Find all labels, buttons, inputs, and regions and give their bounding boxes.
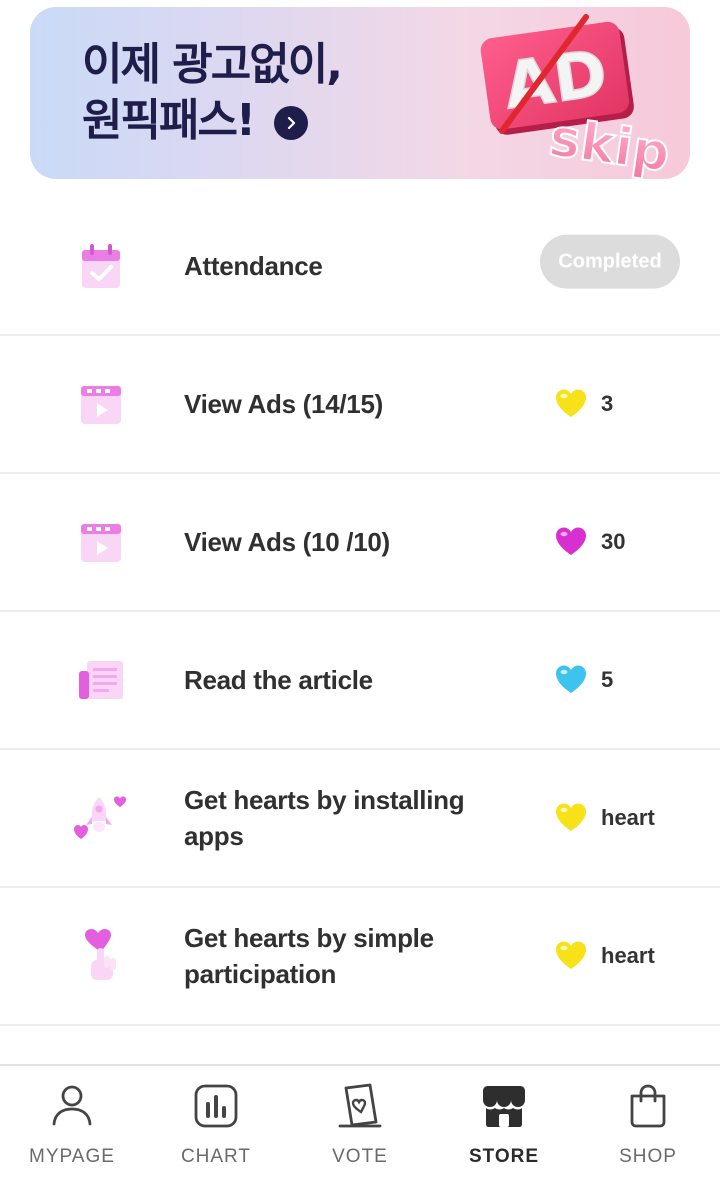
ad-pass-banner[interactable]: 이제 광고없이, 원픽패스! AD skip [30, 7, 690, 179]
reward: heart [555, 803, 655, 833]
yellow-heart-icon [556, 389, 586, 417]
reward-amount: 3 [601, 391, 614, 416]
shopping-bag-icon [630, 1084, 666, 1128]
nav-item-vote[interactable]: VOTE [288, 1066, 432, 1190]
reward-amount: heart [601, 943, 655, 968]
mission-row-read-article[interactable]: Read the article 5 [0, 612, 720, 750]
nav-label: SHOP [619, 1146, 677, 1167]
completed-badge: Completed [540, 234, 680, 289]
mission-list: Attendance Completed View Ads (14/15) 3 [0, 198, 720, 1026]
rocket-hearts-icon [72, 789, 130, 847]
mission-row-install-apps[interactable]: Get hearts by installing apps heart [0, 750, 720, 888]
nav-item-shop[interactable]: SHOP [576, 1066, 720, 1190]
mission-title: Attendance [184, 251, 323, 281]
nav-label: VOTE [332, 1146, 388, 1167]
mission-title: Get hearts by simple participation [184, 923, 434, 989]
ad-skip-graphic: AD skip [480, 14, 674, 179]
mission-row-view-ads[interactable]: View Ads (10 /10) 30 [0, 474, 720, 612]
chevron-right-icon[interactable] [274, 106, 308, 140]
svg-text:skip: skip [546, 108, 674, 179]
purple-heart-icon [556, 527, 586, 555]
chart-icon [194, 1084, 238, 1128]
reward: 30 [555, 527, 625, 557]
calendar-check-icon [72, 237, 130, 295]
mission-title: View Ads (14/15) [184, 389, 383, 419]
yellow-heart-icon [556, 803, 586, 831]
blue-heart-icon [556, 665, 586, 693]
bottom-nav: MYPAGE CHART VOTE STORE SHOP [0, 1064, 720, 1190]
nav-label: CHART [180, 1146, 252, 1167]
banner-line-2: 원픽패스! [82, 95, 256, 146]
hand-heart-icon [72, 927, 130, 985]
reward-amount: 30 [601, 529, 626, 554]
mission-title: View Ads (10 /10) [184, 527, 390, 557]
reward: 5 [555, 665, 613, 695]
banner-text: 이제 광고없이, 원픽패스! [82, 37, 343, 149]
nav-item-store[interactable]: STORE [432, 1066, 576, 1190]
mission-row-view-ads[interactable]: View Ads (14/15) 3 [0, 336, 720, 474]
video-ad-icon [72, 513, 130, 571]
person-icon [52, 1085, 92, 1126]
nav-label: MYPAGE [29, 1146, 115, 1167]
mission-title: Get hearts by installing apps [184, 785, 465, 851]
reward: 3 [555, 389, 613, 419]
video-ad-icon [72, 375, 130, 433]
reward-amount: 5 [601, 667, 614, 692]
reward-amount: heart [601, 805, 655, 830]
mission-row-attendance[interactable]: Attendance Completed [0, 198, 720, 336]
mission-row-simple-participation[interactable]: Get hearts by simple participation heart [0, 888, 720, 1026]
nav-item-mypage[interactable]: MYPAGE [0, 1066, 144, 1190]
banner-line-1: 이제 광고없이, [82, 39, 343, 90]
vote-card-icon [338, 1083, 382, 1128]
nav-label: STORE [468, 1146, 540, 1167]
nav-item-chart[interactable]: CHART [144, 1066, 288, 1190]
mission-title: Read the article [184, 665, 373, 695]
yellow-heart-icon [556, 941, 586, 969]
newspaper-icon [72, 651, 130, 709]
reward: heart [555, 941, 655, 971]
store-icon [483, 1086, 525, 1127]
